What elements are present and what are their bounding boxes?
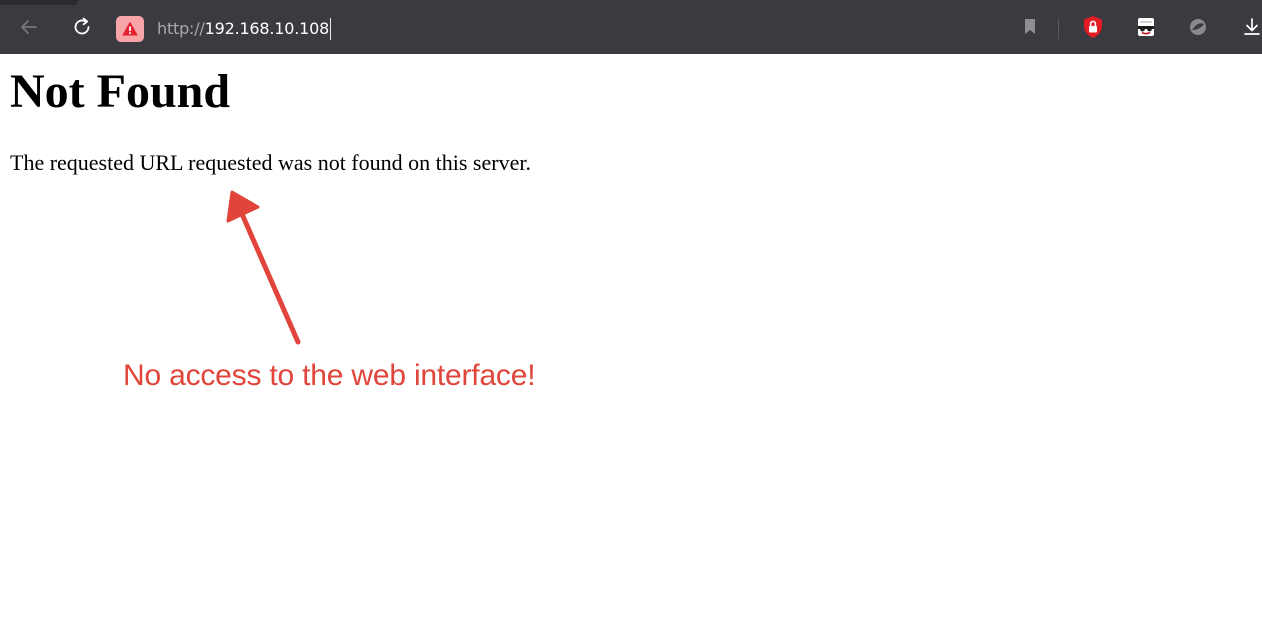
extension-shield-button[interactable] <box>1078 12 1108 42</box>
browser-toolbar: http://192.168.10.108 <box>0 0 1262 54</box>
bookmark-icon <box>1025 19 1035 34</box>
downloads-button[interactable] <box>1237 12 1262 42</box>
incognito-mask-icon <box>1138 18 1154 36</box>
leaf-icon <box>1190 19 1206 35</box>
url-host: 192.168.10.108 <box>204 19 330 38</box>
back-button[interactable] <box>14 12 44 42</box>
extension-leaf-button[interactable] <box>1183 12 1213 42</box>
reload-button[interactable] <box>67 12 97 42</box>
security-warning-button[interactable] <box>116 16 144 42</box>
back-arrow-icon <box>21 20 37 34</box>
address-bar-input[interactable]: http://192.168.10.108 <box>157 18 332 40</box>
warning-icon <box>122 22 138 36</box>
text-caret <box>330 18 332 40</box>
extension-incognito-button[interactable] <box>1131 12 1161 42</box>
page-title: Not Found <box>10 65 231 118</box>
download-icon <box>1244 18 1260 35</box>
bookmark-button[interactable] <box>1015 12 1045 42</box>
reload-icon <box>74 17 90 35</box>
annotation-label: No access to the web interface! <box>123 359 536 392</box>
toolbar-separator <box>1058 19 1059 39</box>
shield-lock-icon <box>1084 16 1102 38</box>
active-tab-edge <box>76 0 1262 5</box>
url-scheme: http:// <box>157 19 205 38</box>
error-message: The requested URL requested was not foun… <box>10 150 531 175</box>
